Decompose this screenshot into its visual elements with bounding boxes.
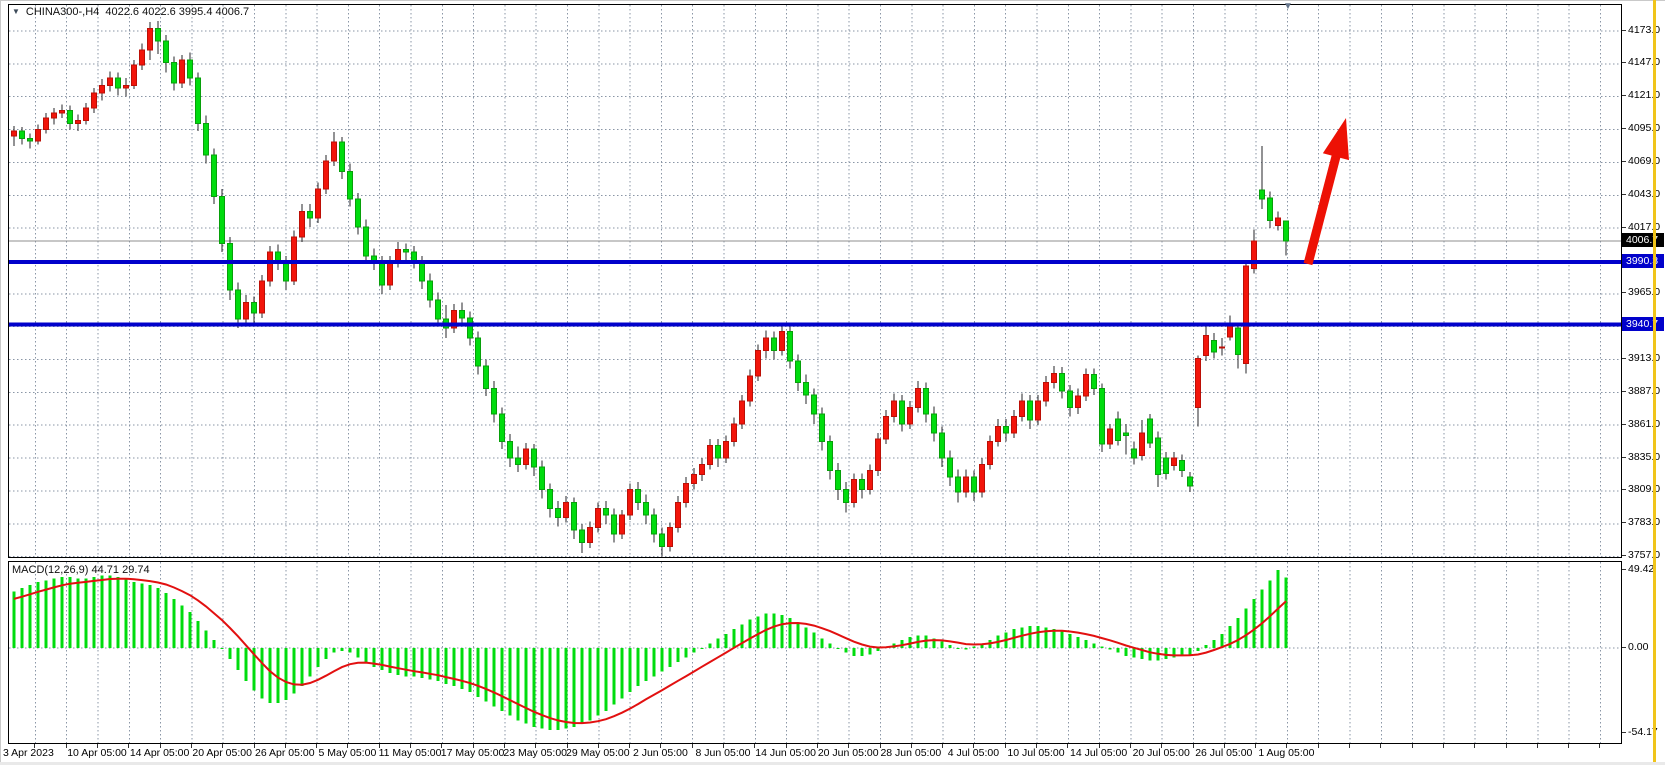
price-axis-tick — [1622, 457, 1626, 458]
macd-signal-value: 29.74 — [122, 564, 150, 576]
time-axis-label: 20 Apr 05:00 — [192, 747, 252, 759]
time-axis-tick — [1506, 744, 1507, 748]
level-price-marker: 3990.3 — [1622, 254, 1664, 268]
time-axis-label: 29 May 05:00 — [566, 747, 630, 759]
time-axis-tick — [1067, 744, 1068, 748]
price-chart-pane[interactable] — [8, 4, 1622, 558]
chart-shift-marker-icon[interactable]: ▼ — [1283, 1, 1293, 12]
price-axis-tick — [1622, 128, 1626, 129]
time-axis-tick — [1568, 744, 1569, 748]
macd-label-overlay: MACD(12,26,9) 44.71 29.74 — [12, 564, 150, 576]
time-axis-label: 10 Apr 05:00 — [67, 747, 127, 759]
time-axis-tick — [692, 744, 693, 748]
candles — [12, 21, 1289, 557]
time-axis-tick — [1255, 744, 1256, 748]
time-axis-label: 2 Jun 05:00 — [633, 747, 688, 759]
macd-axis-tick — [1622, 569, 1626, 570]
time-axis-label: 28 Jun 05:00 — [880, 747, 941, 759]
time-axis-label: 26 Apr 05:00 — [255, 747, 315, 759]
time-axis-label: 5 May 05:00 — [318, 747, 376, 759]
time-axis-tick — [1193, 744, 1194, 748]
time-axis-tick — [1412, 744, 1413, 748]
trend-arrow[interactable] — [1308, 118, 1349, 264]
time-axis-tick — [316, 744, 317, 748]
window-top-edge — [0, 0, 1665, 1]
time-axis-label: 23 May 05:00 — [503, 747, 567, 759]
price-axis-tick — [1622, 194, 1626, 195]
price-axis-tick — [1622, 555, 1626, 556]
macd-axis-tick — [1622, 732, 1626, 733]
symbol-timeframe-label: CHINA300-,H4 — [26, 6, 99, 18]
time-axis-tick — [1318, 744, 1319, 748]
right-edge-yellow-line — [1653, 0, 1656, 762]
price-axis-tick — [1622, 522, 1626, 523]
price-grid — [9, 5, 1621, 557]
macd-axis-label: 0.00 — [1628, 641, 1648, 653]
price-axis-tick — [1622, 424, 1626, 425]
time-axis-label: 20 Jun 05:00 — [818, 747, 879, 759]
time-axis-label: 14 Jul 05:00 — [1070, 747, 1127, 759]
time-axis-label: 8 Jun 05:00 — [696, 747, 751, 759]
ohlc-values: 4022.6 4022.6 3995.4 4006.7 — [105, 6, 249, 18]
time-axis-label: 17 May 05:00 — [441, 747, 505, 759]
time-axis[interactable]: 3 Apr 2023 10 Apr 05:0014 Apr 05:0020 Apr… — [0, 744, 1665, 762]
time-axis-label: 26 Jul 05:00 — [1195, 747, 1252, 759]
macd-signal-line — [14, 579, 1286, 723]
macd-canvas[interactable] — [9, 562, 1621, 743]
price-axis-tick — [1622, 227, 1626, 228]
time-axis-tick — [1380, 744, 1381, 748]
price-axis-tick — [1622, 391, 1626, 392]
window-left-edge — [0, 0, 1, 765]
price-axis-tick — [1622, 161, 1626, 162]
time-axis-tick — [1443, 744, 1444, 748]
time-axis-tick — [1130, 744, 1131, 748]
current-price-marker: 4006.7 — [1622, 233, 1664, 247]
price-axis[interactable]: 4173.04147.04121.04095.04069.04043.04017… — [1622, 0, 1665, 765]
macd-indicator-name: MACD(12,26,9) — [12, 564, 88, 576]
time-axis-label: 10 Jul 05:00 — [1007, 747, 1064, 759]
chart-title-overlay: ▼ CHINA300-,H4 4022.6 4022.6 3995.4 4006.… — [12, 6, 249, 18]
macd-histogram — [13, 570, 1288, 730]
time-axis-label: 11 May 05:00 — [379, 747, 442, 759]
macd-main-value: 44.71 — [91, 564, 119, 576]
time-axis-label: 20 Jul 05:00 — [1133, 747, 1190, 759]
time-axis-label: 4 Jul 05:00 — [948, 747, 999, 759]
macd-axis-tick — [1622, 647, 1626, 648]
time-axis-tick — [1537, 744, 1538, 748]
time-axis-tick — [1005, 744, 1006, 748]
time-axis-tick — [1599, 744, 1600, 748]
chart-window: ▼ CHINA300-,H4 4022.6 4022.6 3995.4 4006.… — [0, 0, 1665, 765]
symbol-dropdown-icon[interactable]: ▼ — [12, 7, 20, 16]
time-axis-label: 14 Apr 05:00 — [130, 747, 190, 759]
price-axis-tick — [1622, 489, 1626, 490]
macd-indicator-pane[interactable] — [8, 561, 1622, 744]
price-axis-tick — [1622, 95, 1626, 96]
price-axis-tick — [1622, 62, 1626, 63]
macd-axis-label: 49.42 — [1628, 563, 1654, 575]
price-axis-tick — [1622, 30, 1626, 31]
macd-grid — [9, 562, 1621, 743]
time-axis-tick — [1349, 744, 1350, 748]
price-axis-tick — [1622, 358, 1626, 359]
time-axis-label: 14 Jun 05:00 — [755, 747, 816, 759]
level-price-marker: 3940.7 — [1622, 317, 1664, 331]
time-axis-tick — [1474, 744, 1475, 748]
price-axis-tick — [1622, 292, 1626, 293]
time-axis-label: 1 Aug 05:00 — [1258, 747, 1314, 759]
time-axis-tick — [942, 744, 943, 748]
time-axis-label: 3 Apr 2023 — [3, 747, 54, 759]
price-chart-canvas[interactable] — [9, 5, 1621, 557]
